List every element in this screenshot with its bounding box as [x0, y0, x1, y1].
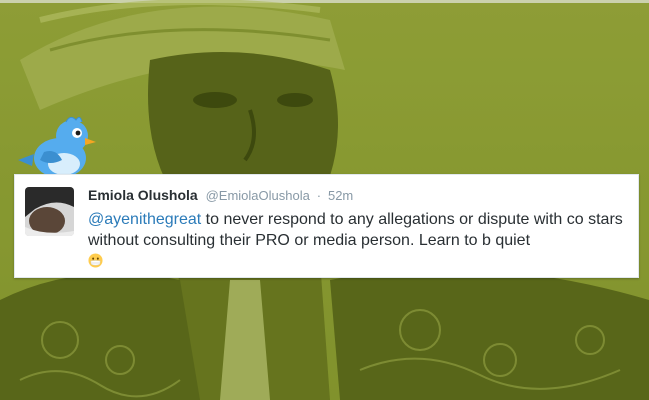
display-name[interactable]: Emiola Olushola — [88, 187, 198, 203]
mention-link[interactable]: @ayenithegreat — [88, 211, 201, 228]
tweet-card[interactable]: Emiola Olushola @EmiolaOlushola · 52m @a… — [14, 174, 639, 278]
tweet-text: @ayenithegreat to never respond to any a… — [88, 209, 628, 272]
avatar[interactable] — [25, 187, 74, 236]
separator-dot: · — [316, 188, 322, 203]
screenshot-stage: Emiola Olushola @EmiolaOlushola · 52m @a… — [0, 0, 649, 400]
user-handle[interactable]: @EmiolaOlushola — [206, 188, 310, 203]
medical-mask-emoji-icon — [88, 253, 103, 268]
tweet-header: Emiola Olushola @EmiolaOlushola · 52m — [88, 187, 353, 203]
timestamp[interactable]: 52m — [328, 188, 353, 203]
